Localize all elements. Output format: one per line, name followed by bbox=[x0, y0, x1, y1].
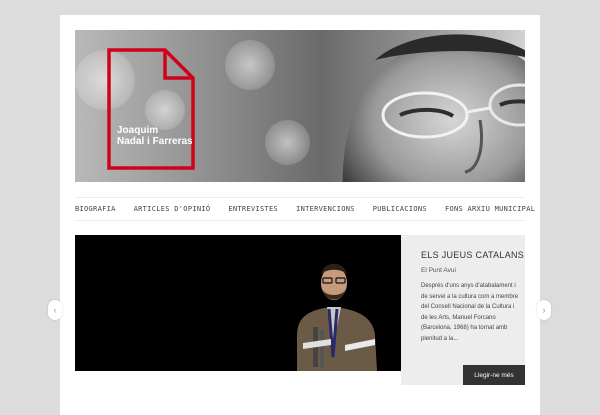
slide-title[interactable]: ELS JUEUS CATALANS bbox=[421, 250, 524, 260]
nav-item-biografia[interactable]: BIOGRAFIA bbox=[75, 205, 116, 213]
slide-image[interactable] bbox=[75, 235, 401, 371]
nav-item-publicacions[interactable]: PUBLICACIONS bbox=[373, 205, 427, 213]
logo-line1: Joaquim bbox=[117, 125, 159, 136]
read-more-button[interactable]: Llegir-ne més bbox=[463, 365, 525, 385]
portrait-image bbox=[342, 34, 525, 182]
page-container: Joaquim Nadal i Farreras BIOGRAFIA ARTIC… bbox=[60, 15, 540, 415]
main-nav: BIOGRAFIA ARTICLES D'OPINIÓ ENTREVISTES … bbox=[75, 197, 535, 221]
slide-caption-panel: ELS JUEUS CATALANS El Punt Avui Després … bbox=[401, 235, 525, 385]
slider-prev-button[interactable]: ‹ bbox=[48, 300, 62, 320]
header-banner[interactable]: Joaquim Nadal i Farreras bbox=[75, 30, 525, 182]
chevron-right-icon: › bbox=[542, 305, 546, 315]
nav-item-fons-arxiu[interactable]: FONS ARXIU MUNICIPAL bbox=[445, 205, 535, 213]
logo-text: Joaquim Nadal i Farreras bbox=[117, 125, 193, 147]
logo-line2: Nadal i Farreras bbox=[117, 136, 193, 147]
slider-next-button[interactable]: › bbox=[537, 300, 551, 320]
chevron-left-icon: ‹ bbox=[53, 305, 57, 315]
nav-item-articles[interactable]: ARTICLES D'OPINIÓ bbox=[134, 205, 211, 213]
slide-excerpt: Després d'uns anys d'atabalament i de se… bbox=[421, 283, 519, 342]
nav-item-intervencions[interactable]: INTERVENCIONS bbox=[296, 205, 355, 213]
speaker-photo bbox=[75, 235, 401, 371]
slide-source: El Punt Avui bbox=[421, 267, 456, 274]
nav-item-entrevistes[interactable]: ENTREVISTES bbox=[228, 205, 278, 213]
document-logo-icon bbox=[107, 48, 195, 170]
